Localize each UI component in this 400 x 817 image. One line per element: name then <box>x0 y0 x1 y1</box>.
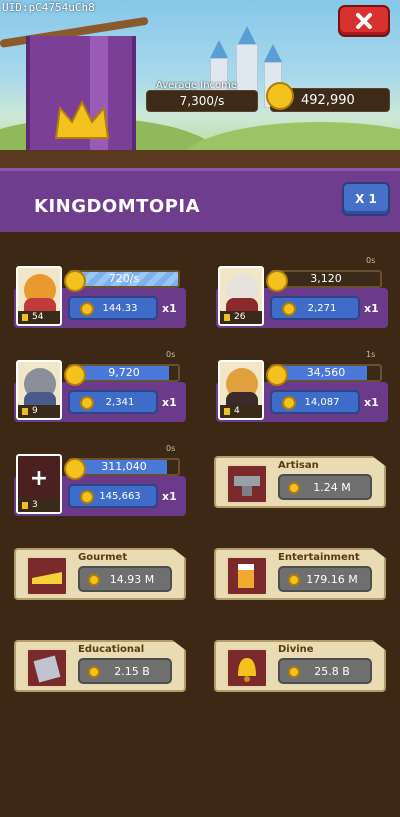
plus-icon[interactable]: + 3 <box>16 454 62 514</box>
locked-business-educational[interactable]: Educational 2.15 B <box>14 640 186 692</box>
upgrade-cost: 2,271 <box>307 302 337 314</box>
unlock-price-button[interactable]: 25.8 B <box>278 658 372 684</box>
multiplier-label: x1 <box>162 490 177 503</box>
unlock-price-button[interactable]: 1.24 M <box>278 474 372 500</box>
coin-icon <box>288 666 300 678</box>
category-name: Artisan <box>278 460 319 471</box>
coin-icon <box>266 270 288 292</box>
business-level: 26 <box>220 311 262 324</box>
locked-business-gourmet[interactable]: Gourmet 14.93 M <box>14 548 186 600</box>
category-name: Divine <box>278 644 314 655</box>
close-button[interactable] <box>338 5 390 37</box>
coin-icon <box>88 574 100 586</box>
income-value: 720/s <box>108 272 140 285</box>
book-icon <box>26 648 68 688</box>
business-level: 54 <box>18 311 60 324</box>
coin-icon <box>80 396 94 410</box>
coin-icon <box>266 364 288 386</box>
unlock-price: 2.15 B <box>114 664 150 678</box>
unlock-price-button[interactable]: 179.16 M <box>278 566 372 592</box>
income-value: 9,720 <box>108 366 140 379</box>
anvil-icon <box>226 464 268 504</box>
income-value: 34,560 <box>306 366 346 379</box>
business-card: 4 34,560 14,087 x1 <box>216 358 388 422</box>
unlock-price: 25.8 B <box>314 664 350 678</box>
unlock-price-button[interactable]: 14.93 M <box>78 566 172 592</box>
category-name: Educational <box>78 644 145 655</box>
upgrade-button[interactable]: 144.33 <box>68 296 158 320</box>
upgrade-button[interactable]: 2,271 <box>270 296 360 320</box>
upgrade-button[interactable]: 14,087 <box>270 390 360 414</box>
unlock-price: 14.93 M <box>109 572 155 586</box>
coin-icon <box>282 302 296 316</box>
category-name: Entertainment <box>278 552 360 563</box>
locked-business-entertainment[interactable]: Entertainment 179.16 M <box>214 548 386 600</box>
income-value: 311,040 <box>101 460 147 473</box>
business-level: 3 <box>18 499 60 512</box>
coin-icon <box>80 490 94 504</box>
bell-icon <box>226 648 268 688</box>
upgrade-cost: 2,341 <box>105 396 135 408</box>
upgrade-cost: 145,663 <box>99 490 141 502</box>
unlock-price-button[interactable]: 2.15 B <box>78 658 172 684</box>
business-card: 26 3,120 2,271 x1 <box>216 264 388 328</box>
multiplier-label: x1 <box>364 396 379 409</box>
gold-coin-icon <box>266 82 294 110</box>
unlock-price: 179.16 M <box>306 572 358 586</box>
close-x-icon <box>356 13 372 29</box>
income-value: 3,120 <box>310 272 342 285</box>
beer-mug-icon <box>226 556 268 596</box>
category-name: Gourmet <box>78 552 128 563</box>
coin-icon <box>64 270 86 292</box>
coin-icon <box>288 482 300 494</box>
coin-icon <box>282 396 296 410</box>
pirate-cat-icon[interactable]: 4 <box>218 360 264 420</box>
multiplier-label: x1 <box>162 302 177 315</box>
buy-multiplier-button[interactable]: X 1 <box>342 182 390 216</box>
upgrade-button[interactable]: 145,663 <box>68 484 158 508</box>
multiplier-label: x1 <box>364 302 379 315</box>
cheese-icon <box>26 556 68 596</box>
coin-icon <box>64 364 86 386</box>
unlock-price: 1.24 M <box>313 480 351 494</box>
average-income-value: 7,300/s <box>146 90 258 112</box>
knight-bear-icon[interactable]: 26 <box>218 266 264 326</box>
king-and-dragon-icon[interactable]: 54 <box>16 266 62 326</box>
wolf-warrior-icon[interactable]: 9 <box>16 360 62 420</box>
locked-business-divine[interactable]: Divine 25.8 B <box>214 640 386 692</box>
locked-business-artisan[interactable]: Artisan 1.24 M <box>214 456 386 508</box>
coin-icon <box>88 666 100 678</box>
kingdom-title: KINGDOMTOPIA <box>34 196 201 217</box>
business-card: 9 9,720 2,341 x1 <box>14 358 186 422</box>
business-card: + 3 311,040 145,663 x1 <box>14 452 186 516</box>
player-uid: UID:pC4754uCh8 <box>2 1 95 14</box>
coin-icon <box>288 574 300 586</box>
title-strip <box>0 150 400 168</box>
upgrade-cost: 144.33 <box>102 302 138 314</box>
crown-icon <box>52 98 112 146</box>
upgrade-cost: 14,087 <box>304 396 340 408</box>
multiplier-label: x1 <box>162 396 177 409</box>
kingdom-banner <box>26 36 136 168</box>
business-card: 54 720/s 144.33 x1 <box>14 264 186 328</box>
business-level: 9 <box>18 405 60 418</box>
upgrade-button[interactable]: 2,341 <box>68 390 158 414</box>
business-level: 4 <box>220 405 262 418</box>
coin-icon <box>64 458 86 480</box>
coin-icon <box>80 302 94 316</box>
